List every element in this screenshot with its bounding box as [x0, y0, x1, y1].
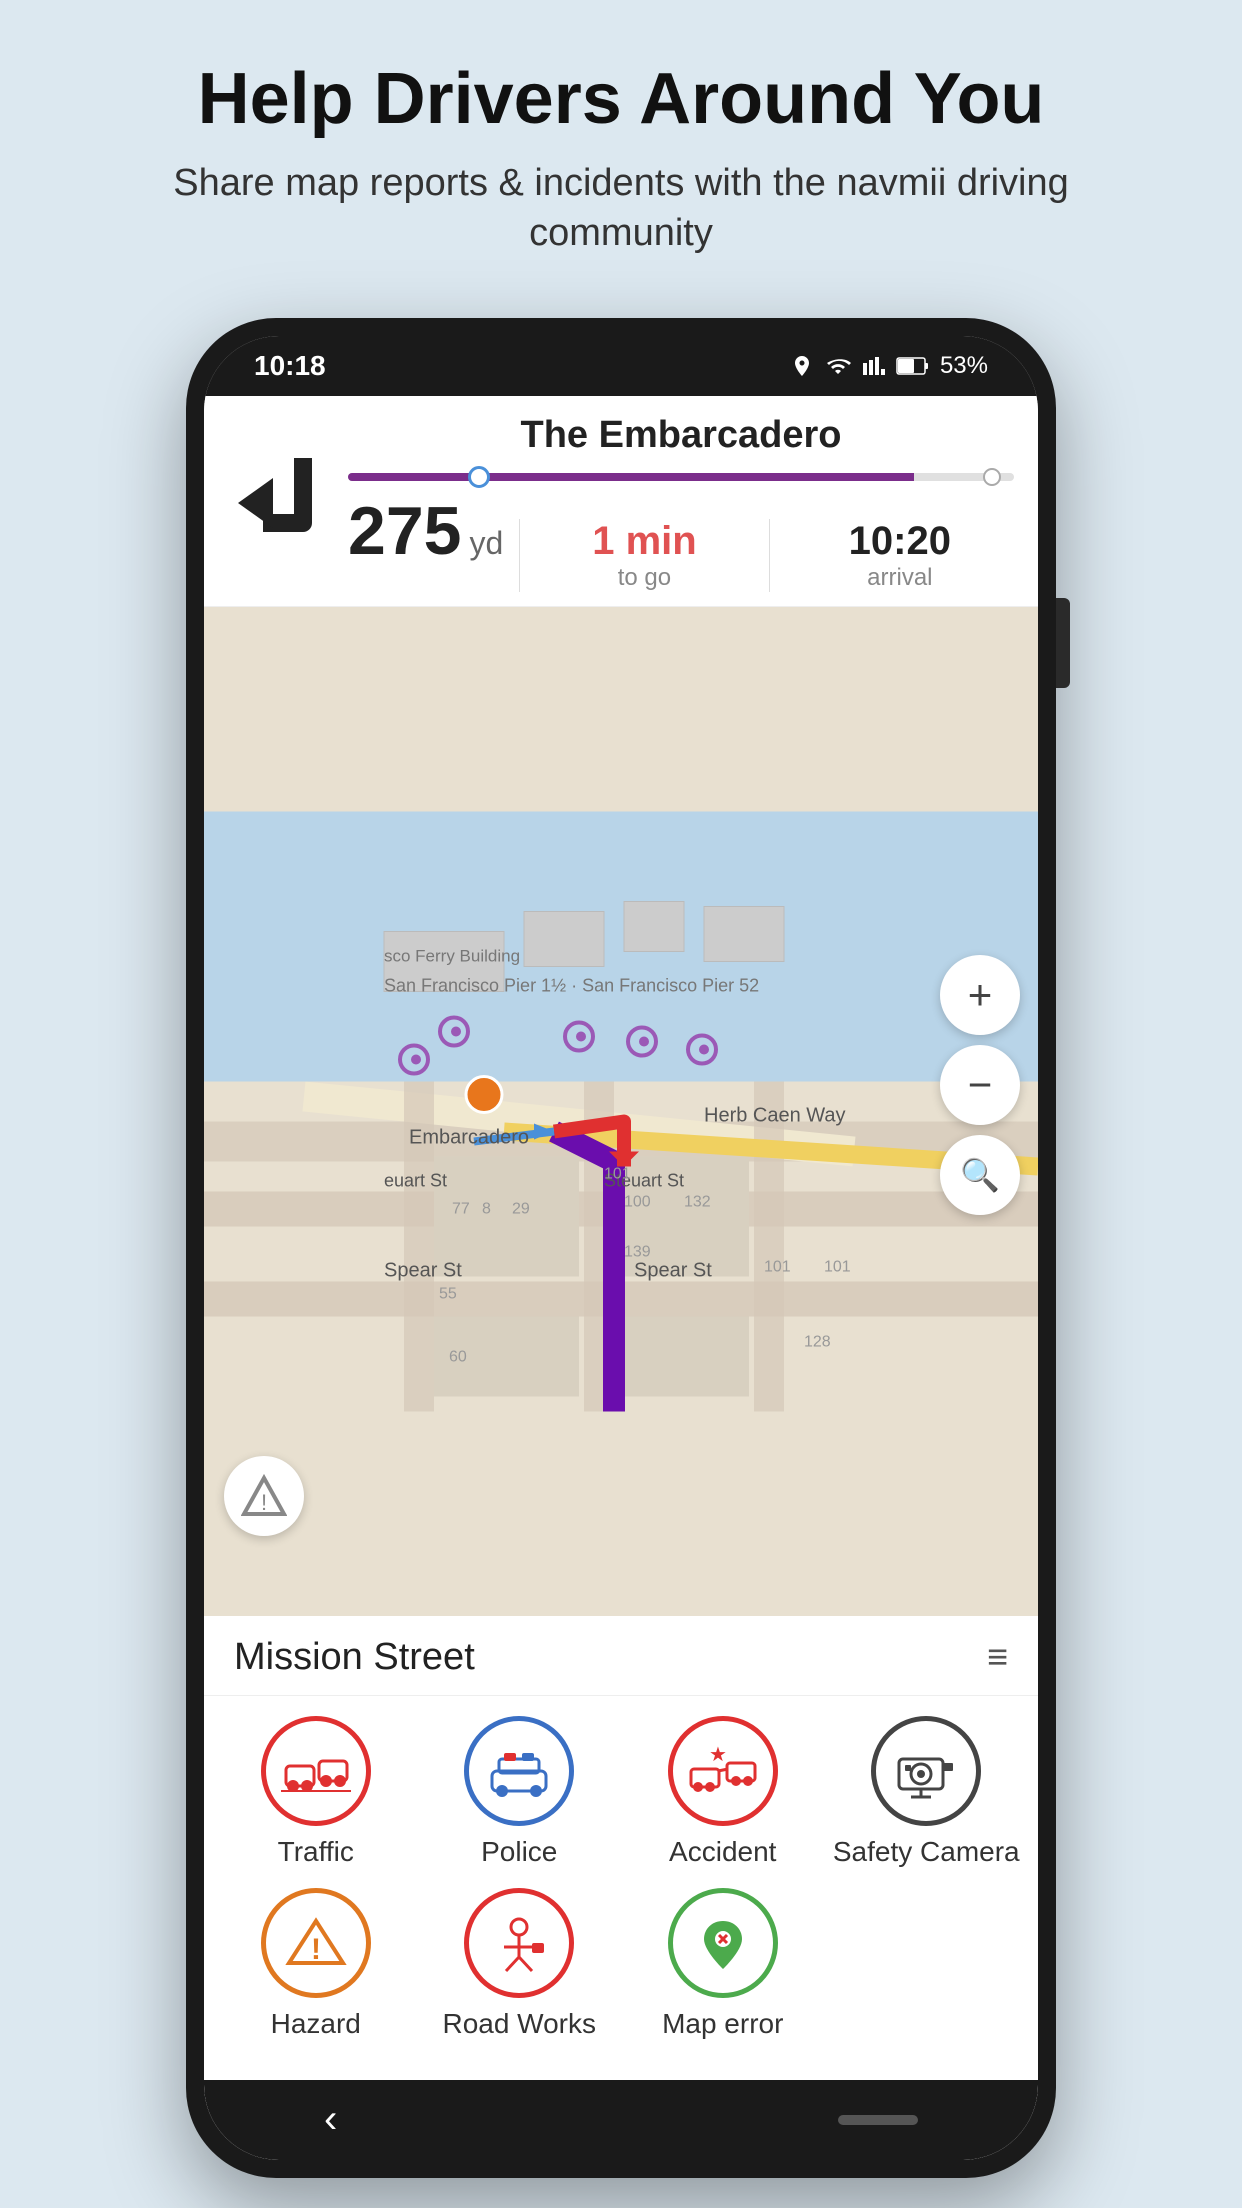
turn-arrow-icon: [228, 448, 328, 558]
svg-text:★: ★: [709, 1744, 727, 1766]
police-label: Police: [481, 1836, 557, 1868]
traffic-label: Traffic: [278, 1836, 354, 1868]
home-button[interactable]: [838, 2115, 918, 2125]
svg-text:101: 101: [604, 1165, 631, 1182]
map-error-icon: [688, 1913, 758, 1973]
nav-distance: 275: [348, 497, 461, 565]
status-icons: 53%: [790, 352, 988, 380]
report-item-road-works[interactable]: Road Works: [418, 1888, 622, 2040]
hazard-label: Hazard: [271, 2008, 361, 2040]
bottom-street-header: Mission Street ≡: [204, 1616, 1038, 1696]
report-grid-row1: Traffic P: [204, 1696, 1038, 1878]
back-button[interactable]: ‹: [324, 2097, 337, 2142]
nav-time-label: to go: [530, 564, 758, 592]
svg-text:Embarcadero: Embarcadero: [409, 1126, 529, 1148]
location-icon: [790, 354, 814, 378]
page-title: Help Drivers Around You: [198, 60, 1045, 139]
phone-frame: 10:18 53%: [186, 318, 1056, 2178]
road-works-icon-circle: [464, 1888, 574, 1998]
report-item-safety-camera[interactable]: Safety Camera: [825, 1716, 1029, 1868]
nav-arrival-label: arrival: [786, 564, 1014, 592]
warning-icon: !: [241, 1473, 287, 1519]
report-item-accident[interactable]: ★ Accident: [621, 1716, 825, 1868]
bottom-nav-bar: ‹: [204, 2080, 1038, 2160]
map-svg: Embarcadero Steuart St euart St Spear St…: [204, 607, 1038, 1616]
signal-icon: [862, 354, 886, 378]
svg-text:Spear St: Spear St: [384, 1259, 462, 1281]
nav-time-value: 1 min: [530, 519, 758, 564]
svg-text:101: 101: [764, 1258, 791, 1275]
search-map-button[interactable]: 🔍: [940, 1135, 1020, 1215]
svg-text:Spear St: Spear St: [634, 1259, 712, 1281]
accident-icon: ★: [688, 1741, 758, 1801]
hamburger-menu-icon[interactable]: ≡: [987, 1636, 1008, 1678]
status-time: 10:18: [254, 350, 326, 382]
nav-header: The Embarcadero 275 yd 1 min: [204, 396, 1038, 607]
svg-text:139: 139: [624, 1243, 651, 1260]
svg-text:132: 132: [684, 1193, 711, 1210]
svg-text:60: 60: [449, 1348, 467, 1365]
report-item-empty: [825, 1888, 1029, 2040]
police-icon: [484, 1741, 554, 1801]
zoom-controls: + − 🔍: [940, 955, 1020, 1215]
svg-text:128: 128: [804, 1333, 831, 1350]
svg-text:8: 8: [482, 1200, 491, 1217]
svg-text:101: 101: [824, 1258, 851, 1275]
bottom-panel: Mission Street ≡: [204, 1616, 1038, 2080]
map-error-label: Map error: [662, 2008, 783, 2040]
map-error-icon-circle: [668, 1888, 778, 1998]
bottom-street-name: Mission Street: [234, 1636, 475, 1679]
zoom-out-button[interactable]: −: [940, 1045, 1020, 1125]
phone-screen: 10:18 53%: [204, 336, 1038, 2160]
distance-display: 275 yd: [348, 497, 503, 565]
svg-text:Herb Caen Way: Herb Caen Way: [704, 1104, 846, 1126]
status-bar: 10:18 53%: [204, 336, 1038, 396]
svg-text:sco Ferry Building: sco Ferry Building: [384, 946, 520, 965]
nav-street: The Embarcadero: [348, 414, 1014, 457]
road-works-icon: [484, 1913, 554, 1973]
wifi-icon: [824, 354, 852, 378]
nav-arrival-value: 10:20: [786, 519, 1014, 564]
nav-time-section: 1 min to go: [519, 519, 769, 592]
svg-text:55: 55: [439, 1285, 457, 1302]
svg-text:!: !: [261, 1490, 267, 1515]
traffic-icon-circle: [261, 1716, 371, 1826]
traffic-icon: [281, 1741, 351, 1801]
report-grid-row2: ! Hazard: [204, 1878, 1038, 2060]
battery-icon: [896, 354, 930, 378]
map-area: Embarcadero Steuart St euart St Spear St…: [204, 607, 1038, 1616]
report-item-hazard[interactable]: ! Hazard: [214, 1888, 418, 2040]
hazard-icon-circle: !: [261, 1888, 371, 1998]
svg-text:100: 100: [624, 1193, 651, 1210]
accident-label: Accident: [669, 1836, 776, 1868]
svg-text:San Francisco Pier 1½ · San Fr: San Francisco Pier 1½ · San Francisco Pi…: [384, 975, 759, 995]
accident-icon-circle: ★: [668, 1716, 778, 1826]
report-item-map-error[interactable]: Map error: [621, 1888, 825, 2040]
svg-text:euart St: euart St: [384, 1170, 447, 1190]
battery-percent: 53%: [940, 352, 988, 380]
zoom-in-button[interactable]: +: [940, 955, 1020, 1035]
report-item-traffic[interactable]: Traffic: [214, 1716, 418, 1868]
nav-distance-unit: yd: [469, 525, 503, 562]
hazard-icon: !: [281, 1913, 351, 1973]
safety-camera-icon-circle: [871, 1716, 981, 1826]
nav-info: The Embarcadero 275 yd 1 min: [348, 414, 1014, 592]
nav-arrival-section: 10:20 arrival: [786, 519, 1014, 592]
svg-text:77: 77: [452, 1200, 470, 1217]
page-subtitle: Share map reports & incidents with the n…: [0, 159, 1242, 258]
safety-camera-icon: [891, 1741, 961, 1801]
svg-text:29: 29: [512, 1200, 530, 1217]
police-icon-circle: [464, 1716, 574, 1826]
svg-text:!: !: [311, 1933, 321, 1966]
road-works-label: Road Works: [442, 2008, 596, 2040]
report-item-police[interactable]: Police: [418, 1716, 622, 1868]
safety-camera-label: Safety Camera: [833, 1836, 1020, 1868]
report-hazard-button[interactable]: !: [224, 1456, 304, 1536]
